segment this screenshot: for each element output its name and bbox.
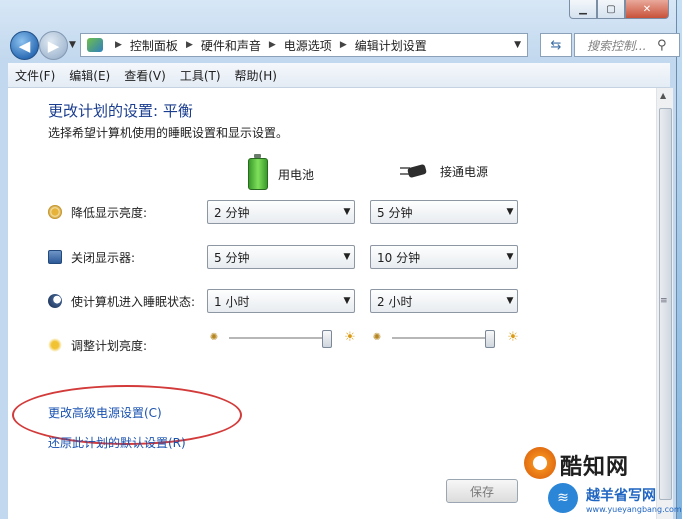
dim-display-plugged-select[interactable]: 5 分钟 ▼ xyxy=(370,200,518,224)
chevron-down-icon: ▼ xyxy=(343,207,351,217)
breadcrumb-separator-icon[interactable]: ▶ xyxy=(340,40,347,50)
turn-off-display-row: 关闭显示器: xyxy=(48,245,135,269)
address-dropdown-chevron-down-icon[interactable]: ▼ xyxy=(514,40,521,50)
breadcrumb-item-edit-plan[interactable]: 编辑计划设置 xyxy=(355,37,427,54)
brightness-label: 调整计划亮度: xyxy=(71,338,148,353)
brightness-battery-slider[interactable]: ✺ ☀ xyxy=(207,328,357,350)
chevron-down-icon: ▼ xyxy=(343,296,351,306)
wifi-icon: ≋ xyxy=(548,483,578,513)
battery-column-header: 用电池 xyxy=(248,154,315,190)
watermark: 酷知网 ≋ 越羊省写网 www.yueyangbang.com xyxy=(524,447,682,519)
menu-bar: 文件(F) 编辑(E) 查看(V) 工具(T) 帮助(H) xyxy=(8,63,670,88)
dim-brightness-icon xyxy=(48,205,62,219)
dim-display-row: 降低显示亮度: xyxy=(48,200,147,224)
breadcrumb-item-power-options[interactable]: 电源选项 xyxy=(284,37,332,54)
select-value: 5 分钟 xyxy=(214,250,250,265)
save-changes-button[interactable]: 保存 xyxy=(446,479,518,503)
plugged-column-label: 接通电源 xyxy=(440,164,489,179)
chevron-down-icon: ▼ xyxy=(343,252,351,262)
scrollbar-grip-icon: ≡ xyxy=(660,296,668,306)
chevron-down-icon: ▼ xyxy=(506,296,514,306)
select-value: 2 分钟 xyxy=(214,205,250,220)
sleep-label: 使计算机进入睡眠状态: xyxy=(71,294,196,309)
search-input[interactable]: 搜索控制... xyxy=(587,37,657,54)
menu-view[interactable]: 查看(V) xyxy=(117,67,173,84)
recent-pages-chevron-down-icon[interactable]: ▼ xyxy=(69,40,76,50)
page-subtitle: 选择希望计算机使用的睡眠设置和显示设置。 xyxy=(48,126,289,140)
sun-icon xyxy=(48,338,62,352)
search-icon[interactable]: ⚲ xyxy=(657,38,673,53)
breadcrumb-item-control-panel[interactable]: 控制面板 xyxy=(130,37,178,54)
select-value: 10 分钟 xyxy=(377,250,421,265)
control-panel-icon xyxy=(87,38,103,52)
menu-file[interactable]: 文件(F) xyxy=(8,67,62,84)
back-button[interactable]: ◀ xyxy=(10,31,39,60)
turn-off-display-label: 关闭显示器: xyxy=(71,250,136,265)
sleep-moon-icon xyxy=(48,294,62,308)
power-plug-icon xyxy=(400,162,432,180)
chevron-down-icon: ▼ xyxy=(506,207,514,217)
search-box[interactable]: 搜索控制... ⚲ xyxy=(574,33,680,57)
breadcrumb-separator-icon[interactable]: ▶ xyxy=(186,40,193,50)
minimize-button[interactable]: ▁ xyxy=(569,0,597,19)
watermark-logo-icon xyxy=(524,447,556,479)
control-panel-window: ▁ ▢ ✕ ◀ ▶ ▼ ▶ 控制面板 ▶ 硬件和声音 ▶ 电源选项 ▶ 编辑计划… xyxy=(0,0,680,519)
breadcrumb-separator-icon: ▶ xyxy=(115,40,122,50)
navigation-bar: ◀ ▶ ▼ ▶ 控制面板 ▶ 硬件和声音 ▶ 电源选项 ▶ 编辑计划设置 ▼ ⇆… xyxy=(8,31,680,60)
turn-off-display-battery-select[interactable]: 5 分钟 ▼ xyxy=(207,245,355,269)
dim-display-battery-select[interactable]: 2 分钟 ▼ xyxy=(207,200,355,224)
page-title: 更改计划的设置: 平衡 xyxy=(48,102,193,120)
caption-buttons: ▁ ▢ ✕ xyxy=(569,0,669,19)
select-value: 2 小时 xyxy=(377,294,413,309)
menu-help[interactable]: 帮助(H) xyxy=(228,67,284,84)
scroll-up-icon[interactable]: ▲ xyxy=(660,91,666,100)
brightness-row: 调整计划亮度: xyxy=(48,333,147,357)
refresh-icon: ⇆ xyxy=(550,37,562,53)
slider-thumb[interactable] xyxy=(322,330,332,348)
dim-display-label: 降低显示亮度: xyxy=(71,205,148,220)
plugged-column-header: 接通电源 xyxy=(400,162,488,180)
slider-thumb[interactable] xyxy=(485,330,495,348)
sleep-plugged-select[interactable]: 2 小时 ▼ xyxy=(370,289,518,313)
restore-defaults-link[interactable]: 还原此计划的默认设置(R) xyxy=(48,434,186,451)
monitor-icon xyxy=(48,250,62,264)
maximize-button[interactable]: ▢ xyxy=(597,0,625,19)
slider-track[interactable] xyxy=(392,337,490,340)
bright-sun-icon: ☀ xyxy=(344,330,356,345)
sleep-row: 使计算机进入睡眠状态: xyxy=(48,289,195,313)
battery-column-label: 用电池 xyxy=(278,167,315,182)
dim-sun-icon: ✺ xyxy=(372,332,382,343)
advanced-power-settings-link[interactable]: 更改高级电源设置(C) xyxy=(48,404,162,421)
bright-sun-icon: ☀ xyxy=(507,330,519,345)
breadcrumb-item-hardware-sound[interactable]: 硬件和声音 xyxy=(201,37,261,54)
chevron-down-icon: ▼ xyxy=(506,252,514,262)
battery-icon xyxy=(248,154,268,190)
select-value: 5 分钟 xyxy=(377,205,413,220)
brightness-plugged-slider[interactable]: ✺ ☀ xyxy=(370,328,520,350)
turn-off-display-plugged-select[interactable]: 10 分钟 ▼ xyxy=(370,245,518,269)
refresh-button[interactable]: ⇆ xyxy=(540,33,572,57)
slider-track[interactable] xyxy=(229,337,327,340)
address-bar[interactable]: ▶ 控制面板 ▶ 硬件和声音 ▶ 电源选项 ▶ 编辑计划设置 ▼ xyxy=(80,33,528,57)
watermark-brand-2: 越羊省写网 xyxy=(586,488,656,504)
menu-edit[interactable]: 编辑(E) xyxy=(62,67,117,84)
menu-tools[interactable]: 工具(T) xyxy=(173,67,228,84)
close-button[interactable]: ✕ xyxy=(625,0,669,19)
watermark-brand-1: 酷知网 xyxy=(560,455,630,480)
select-value: 1 小时 xyxy=(214,294,250,309)
dim-sun-icon: ✺ xyxy=(209,332,219,343)
sleep-battery-select[interactable]: 1 小时 ▼ xyxy=(207,289,355,313)
forward-button[interactable]: ▶ xyxy=(39,31,68,60)
breadcrumb-separator-icon[interactable]: ▶ xyxy=(269,40,276,50)
breadcrumb: ▶ 控制面板 ▶ 硬件和声音 ▶ 电源选项 ▶ 编辑计划设置 xyxy=(107,37,427,54)
watermark-url: www.yueyangbang.com xyxy=(586,505,682,514)
